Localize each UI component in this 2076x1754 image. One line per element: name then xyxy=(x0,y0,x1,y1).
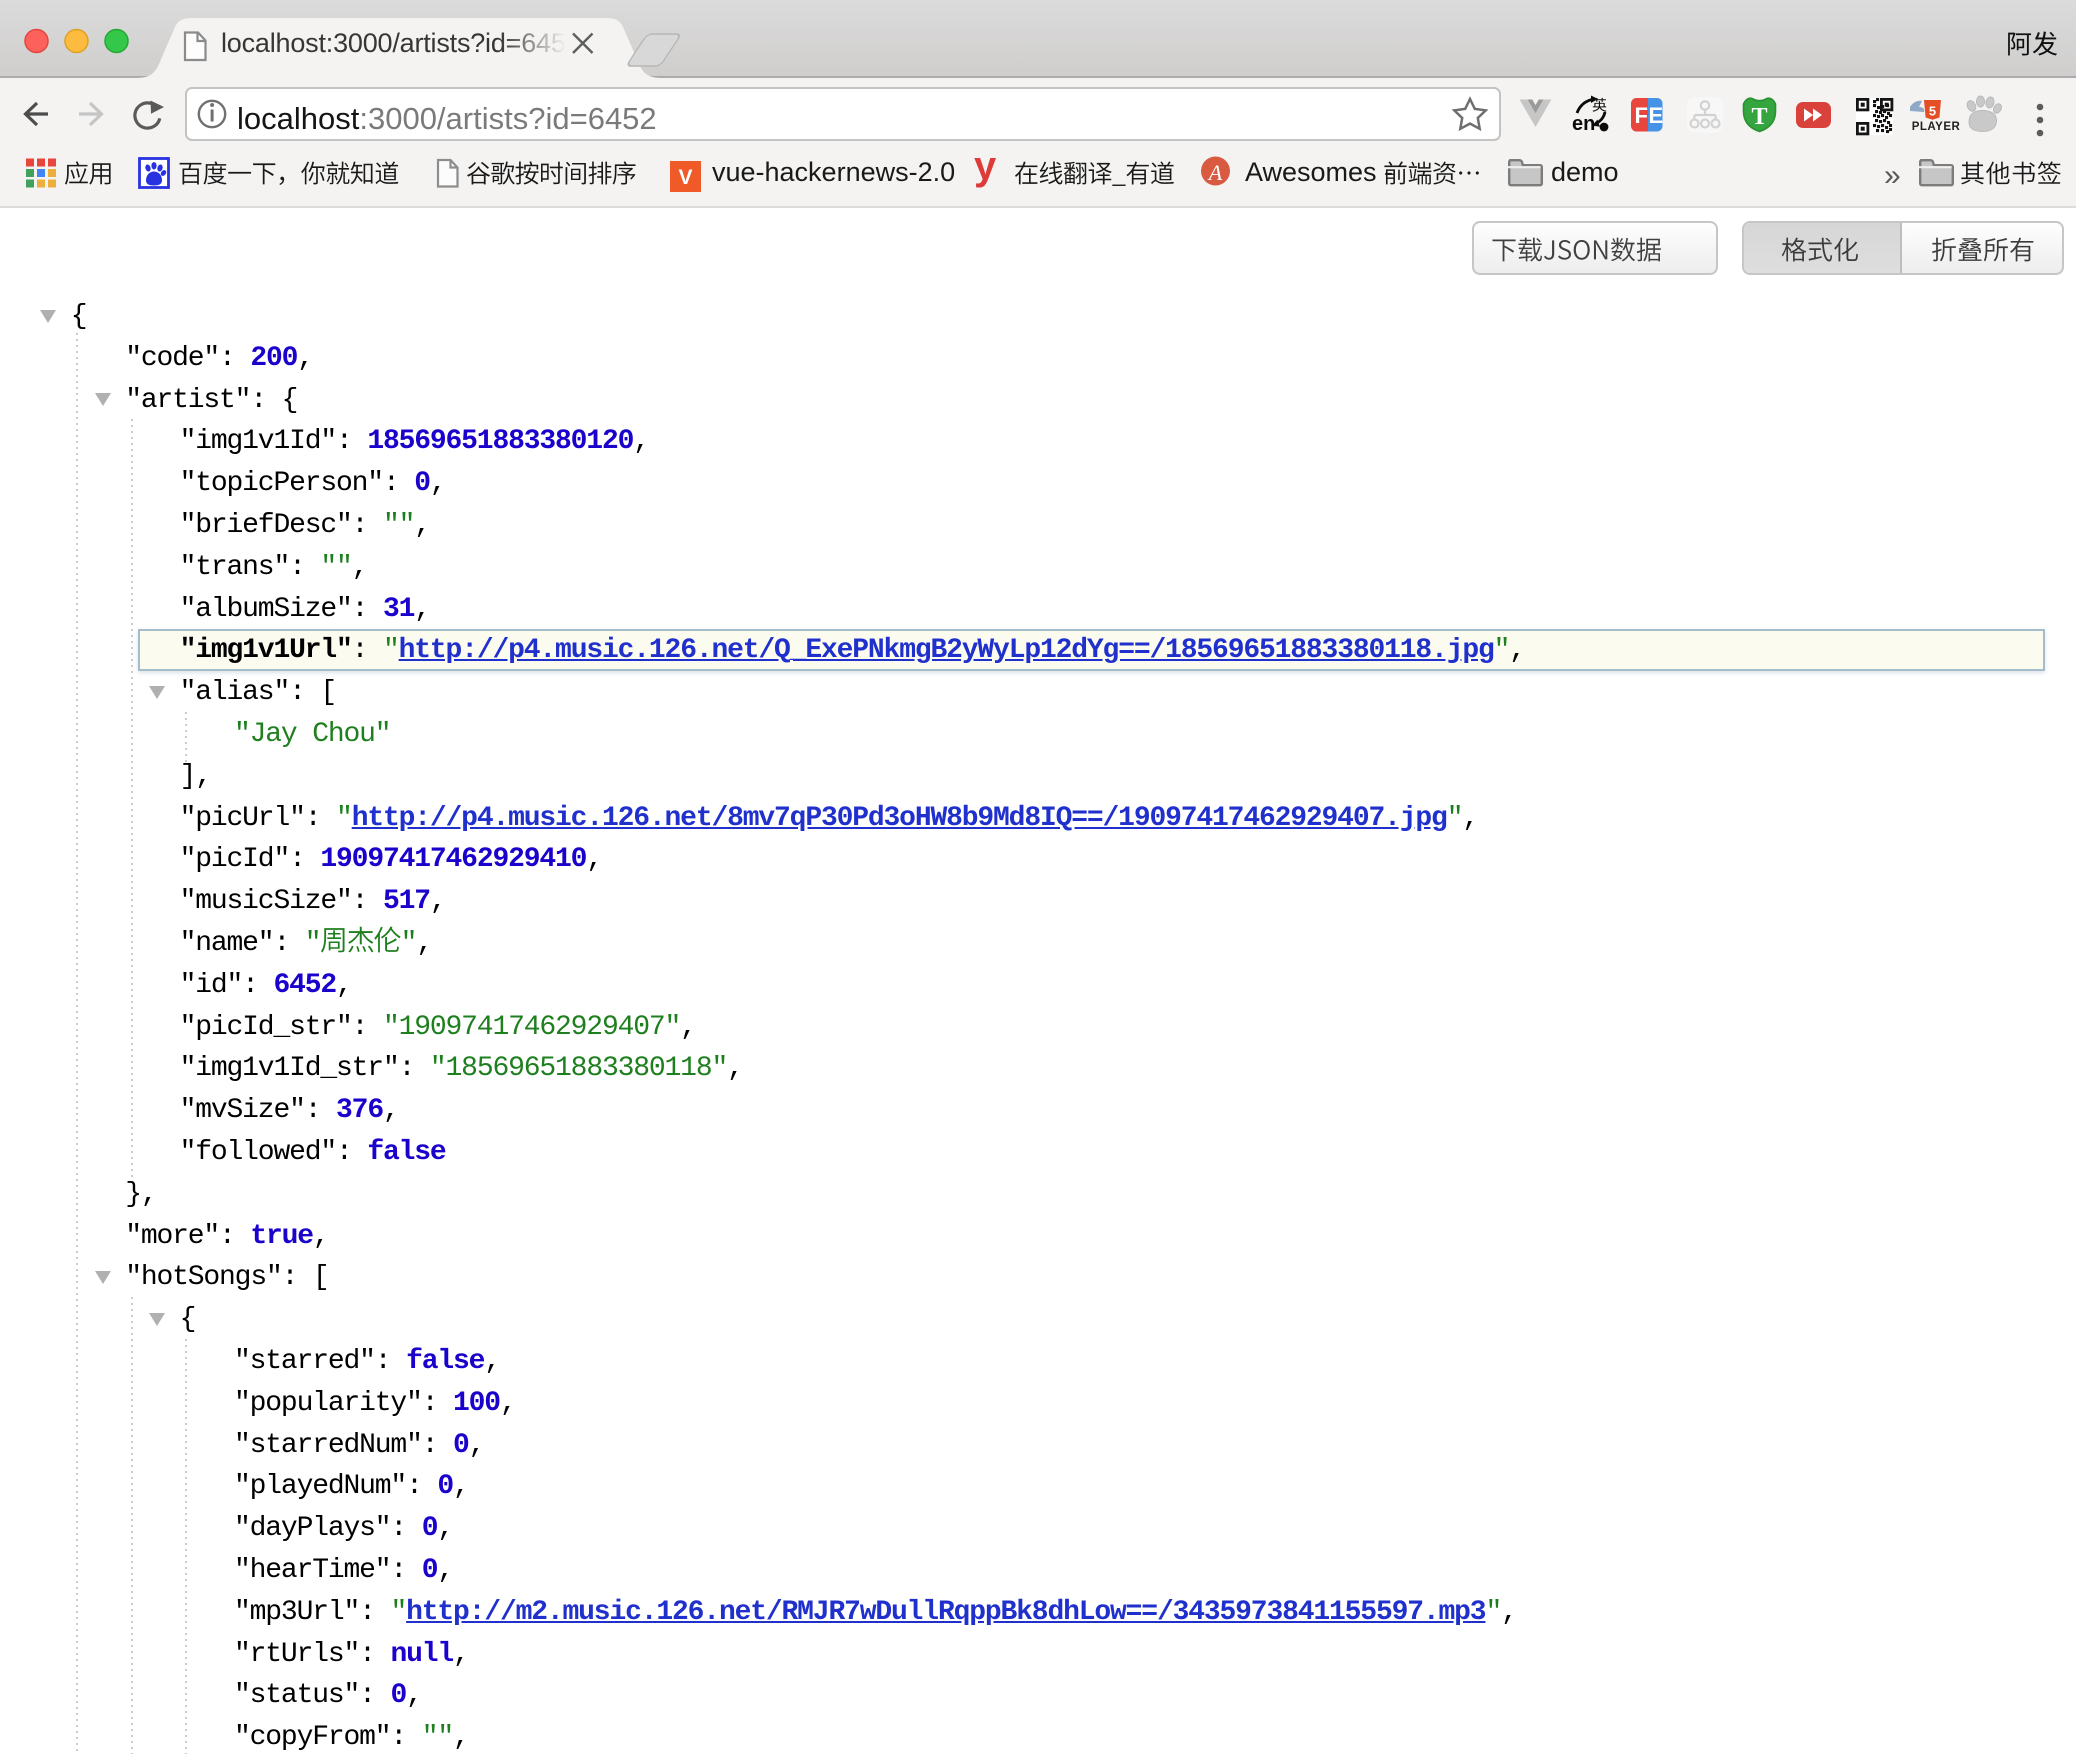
svg-text:T: T xyxy=(1751,104,1767,130)
svg-text:5: 5 xyxy=(1929,104,1936,119)
svg-text:E: E xyxy=(1649,103,1664,128)
svg-text:F: F xyxy=(1635,103,1648,128)
svg-text:PLAYER: PLAYER xyxy=(1912,121,1961,133)
